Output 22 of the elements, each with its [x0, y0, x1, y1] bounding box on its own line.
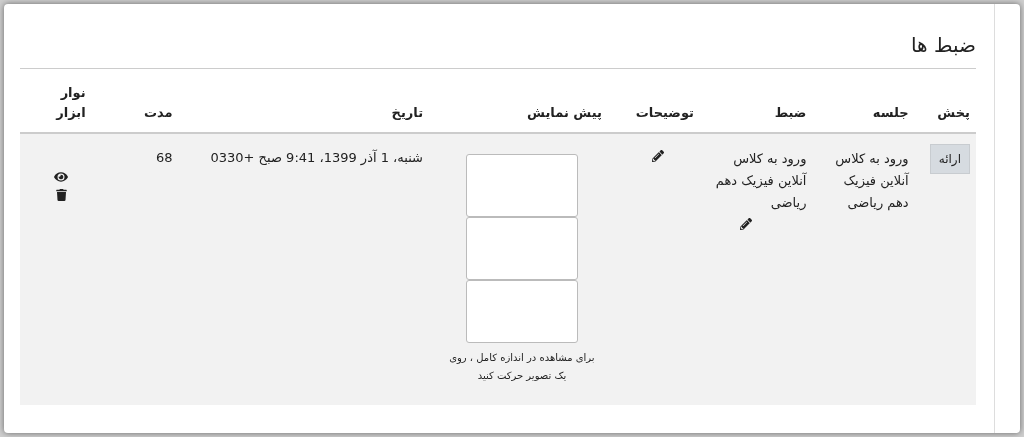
view-icon[interactable] [53, 170, 68, 184]
preview-thumbnail[interactable] [465, 217, 578, 280]
column-header: پیش نمایش [527, 104, 602, 120]
column-header: نوار ابزار [54, 84, 86, 122]
edit-icon[interactable] [651, 150, 664, 162]
column-header: مدت [143, 104, 173, 120]
column-header: تاریخ [391, 104, 423, 120]
session-name: ورود به کلاس آنلاین فیزیک دهم ریاضی [834, 150, 909, 213]
column-header: توضیحات [635, 104, 694, 120]
column-header: پخش [937, 104, 970, 120]
preview-thumbnail[interactable] [465, 154, 578, 217]
duration-text: 68 [155, 150, 173, 165]
preview-hint: برای مشاهده در اندازه کامل ، روی یک تصویر حرکت کنید [448, 351, 596, 383]
preview-thumbnail[interactable] [465, 280, 578, 343]
date-text: شنبه، 1 آذر 1399، 9:41 صبح +0330 [210, 150, 423, 165]
column-header: ضبط [774, 104, 807, 120]
page-title: ضبط ها [911, 32, 976, 59]
recording-name: ورود به کلاس آنلاین فیزیک دهم ریاضی [714, 150, 807, 212]
edit-icon[interactable] [740, 218, 753, 230]
present-button[interactable]: ارائه [929, 144, 970, 174]
column-header: جلسه [872, 104, 909, 120]
delete-icon[interactable] [55, 189, 67, 201]
